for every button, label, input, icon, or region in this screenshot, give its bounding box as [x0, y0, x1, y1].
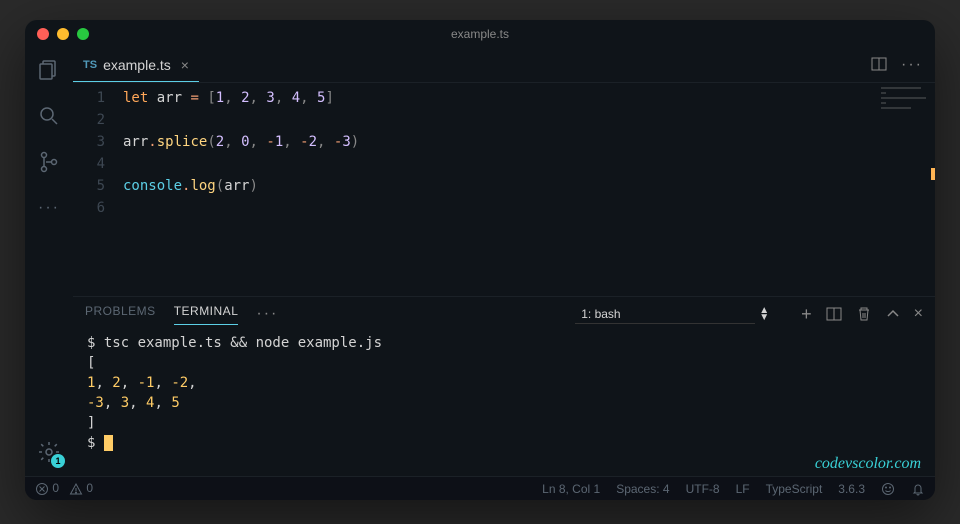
code-line-5[interactable]: console.log(arr) [123, 175, 935, 197]
status-warnings[interactable]: 0 [69, 481, 93, 496]
maximize-panel-icon[interactable] [886, 307, 900, 321]
selector-chevrons-icon: ▲▼ [759, 307, 769, 321]
titlebar: example.ts [25, 20, 935, 48]
gutter: 1 2 3 4 5 6 [73, 87, 123, 296]
code-editor[interactable]: 1 2 3 4 5 6 let arr = [1, 2, 3, 4, 5] ar… [73, 83, 935, 296]
tab-bar: TS example.ts × ··· [73, 48, 935, 83]
code-line-4[interactable] [123, 153, 935, 175]
status-indentation[interactable]: Spaces: 4 [616, 482, 669, 496]
status-cursor-position[interactable]: Ln 8, Col 1 [542, 482, 600, 496]
activity-bar: ··· 1 [25, 48, 73, 476]
terminal-line: 1, 2, -1, -2, [87, 373, 921, 393]
panel-tab-bar: PROBLEMS TERMINAL ··· 1: bash ▲▼ + [73, 297, 935, 331]
panel-more-icon[interactable]: ··· [256, 305, 278, 323]
overview-ruler [931, 83, 935, 296]
terminal-selector[interactable]: 1: bash [575, 305, 755, 324]
split-editor-icon[interactable] [871, 56, 887, 74]
status-errors[interactable]: 0 [35, 481, 59, 496]
terminal-line: $ tsc example.ts && node example.js [87, 333, 921, 353]
terminal-prompt[interactable]: $ [87, 433, 921, 453]
kill-terminal-icon[interactable] [856, 306, 872, 322]
tab-problems[interactable]: PROBLEMS [85, 304, 156, 324]
cursor-icon [104, 435, 113, 451]
typescript-icon: TS [83, 59, 97, 71]
watermark: codevscolor.com [815, 454, 921, 474]
code-line-1[interactable]: let arr = [1, 2, 3, 4, 5] [123, 87, 935, 109]
tab-terminal[interactable]: TERMINAL [174, 304, 239, 325]
more-actions-icon[interactable]: ··· [901, 56, 923, 74]
close-panel-icon[interactable]: × [914, 305, 923, 323]
code-line-2[interactable] [123, 109, 935, 131]
status-encoding[interactable]: UTF-8 [686, 482, 720, 496]
tab-example-ts[interactable]: TS example.ts × [73, 48, 199, 82]
terminal-line: [ [87, 353, 921, 373]
new-terminal-icon[interactable]: + [801, 304, 812, 325]
editor-area: TS example.ts × ··· 1 2 3 4 5 [73, 48, 935, 476]
feedback-icon[interactable] [881, 482, 895, 496]
settings-badge: 1 [51, 454, 65, 468]
vscode-window: example.ts ··· 1 TS example. [25, 20, 935, 500]
settings-gear-icon[interactable]: 1 [35, 438, 63, 466]
code-line-3[interactable]: arr.splice(2, 0, -1, -2, -3) [123, 131, 935, 153]
status-bar: 0 0 Ln 8, Col 1 Spaces: 4 UTF-8 LF TypeS… [25, 476, 935, 500]
minimize-window-button[interactable] [57, 28, 69, 40]
editor-actions: ··· [871, 56, 935, 74]
more-icon[interactable]: ··· [35, 194, 63, 222]
close-window-button[interactable] [37, 28, 49, 40]
traffic-lights [37, 28, 89, 40]
explorer-icon[interactable] [35, 56, 63, 84]
search-icon[interactable] [35, 102, 63, 130]
split-terminal-icon[interactable] [826, 306, 842, 322]
tab-close-icon[interactable]: × [181, 57, 189, 73]
terminal-line: ] [87, 413, 921, 433]
status-eol[interactable]: LF [736, 482, 750, 496]
code-line-6[interactable] [123, 197, 935, 219]
main-area: ··· 1 TS example.ts × ··· [25, 48, 935, 476]
code-content[interactable]: let arr = [1, 2, 3, 4, 5] arr.splice(2, … [123, 87, 935, 296]
terminal-output[interactable]: $ tsc example.ts && node example.js [ 1,… [73, 331, 935, 476]
notifications-icon[interactable] [911, 482, 925, 496]
tab-filename: example.ts [103, 57, 171, 73]
terminal-line: -3, 3, 4, 5 [87, 393, 921, 413]
status-ts-version[interactable]: 3.6.3 [838, 482, 865, 496]
minimap[interactable] [881, 87, 931, 117]
status-language[interactable]: TypeScript [766, 482, 823, 496]
window-title: example.ts [451, 27, 509, 41]
source-control-icon[interactable] [35, 148, 63, 176]
bottom-panel: PROBLEMS TERMINAL ··· 1: bash ▲▼ + [73, 296, 935, 476]
maximize-window-button[interactable] [77, 28, 89, 40]
